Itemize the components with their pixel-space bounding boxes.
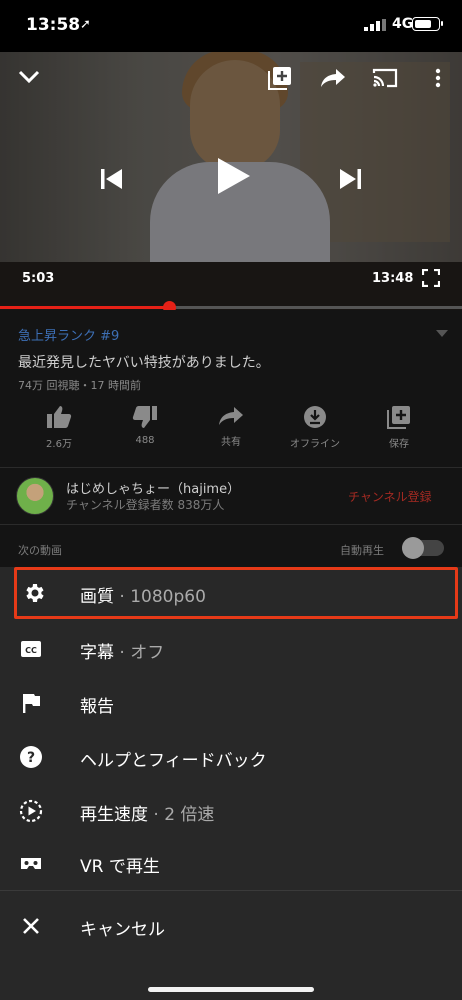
menu-item-captions[interactable]: CC 字幕 · オフ <box>0 623 462 675</box>
network-type: 4G <box>392 16 414 32</box>
menu-item-help[interactable]: ? ヘルプとフィードバック <box>0 731 462 783</box>
more-vert-icon[interactable] <box>434 68 442 88</box>
share-icon <box>219 407 243 425</box>
vr-icon <box>21 858 41 869</box>
avatar[interactable] <box>16 477 54 515</box>
signal-icon <box>364 19 386 31</box>
menu-item-quality[interactable]: 画質 · 1080p60 <box>14 567 458 619</box>
svg-text:CC: CC <box>25 646 37 655</box>
video-title: 最近発見したヤバい特技がありました。 <box>18 355 270 371</box>
dislike-button[interactable]: 488 <box>105 405 185 446</box>
play-icon[interactable] <box>216 156 252 196</box>
menu-label: キャンセル <box>80 920 165 940</box>
speed-icon <box>19 799 43 823</box>
share-icon[interactable] <box>320 68 346 88</box>
menu-label: 字幕 <box>80 643 114 663</box>
menu-label: VR で再生 <box>80 857 160 877</box>
menu-label: ヘルプとフィードバック <box>80 751 267 771</box>
menu-item-playback-speed[interactable]: 再生速度 · 2 倍速 <box>0 785 462 837</box>
menu-item-cancel[interactable]: キャンセル <box>0 900 462 952</box>
status-bar: 13:58 ➚ 4G <box>0 0 462 52</box>
offline-icon <box>304 406 326 428</box>
trending-rank[interactable]: 急上昇ランク #9 <box>18 325 119 344</box>
previous-icon[interactable] <box>100 168 124 190</box>
up-next-label: 次の動画 <box>18 544 62 557</box>
channel-row[interactable]: はじめしゃちょー（hajime） チャンネル登録者数 838万人 チャンネル登録 <box>0 468 462 524</box>
cc-icon: CC <box>21 641 41 657</box>
duration: 13:48 <box>372 271 414 286</box>
menu-sublabel: · オフ <box>114 643 165 663</box>
menu-sublabel: · 1080p60 <box>114 587 206 607</box>
like-button[interactable]: 2.6万 <box>19 405 99 450</box>
video-meta: 74万 回視聴・17 時間前 <box>18 379 141 392</box>
add-to-playlist-icon[interactable] <box>268 66 292 90</box>
video-info: 急上昇ランク #9 最近発見したヤバい特技がありました。 74万 回視聴・17 … <box>0 310 462 567</box>
autoplay-toggle[interactable] <box>402 537 444 559</box>
save-icon <box>387 406 410 429</box>
status-time: 13:58 <box>26 15 81 35</box>
autoplay-label: 自動再生 <box>340 544 384 557</box>
help-icon: ? <box>20 746 42 768</box>
action-bar: 2.6万 488 共有 オフライン 保存 <box>0 405 462 465</box>
fullscreen-icon[interactable] <box>422 269 440 287</box>
location-icon: ➚ <box>80 17 91 32</box>
channel-subscribers: チャンネル登録者数 838万人 <box>66 498 225 512</box>
save-button[interactable]: 保存 <box>359 405 439 450</box>
dislike-icon <box>132 406 157 428</box>
menu-label: 再生速度 <box>80 805 148 825</box>
home-indicator[interactable] <box>148 987 314 992</box>
video-player[interactable]: 5:03 13:48 <box>0 52 462 310</box>
menu-item-vr[interactable]: VR で再生 <box>0 837 462 889</box>
flag-icon <box>23 694 40 713</box>
subscribe-button[interactable]: チャンネル登録 <box>348 488 432 505</box>
battery-icon <box>412 17 443 31</box>
like-icon <box>47 406 72 428</box>
options-sheet: 画質 · 1080p60 CC 字幕 · オフ 報告 ? ヘルプとフィードバック… <box>0 567 462 1000</box>
minimize-icon[interactable] <box>18 70 40 84</box>
menu-item-report[interactable]: 報告 <box>0 677 462 729</box>
offline-button[interactable]: オフライン <box>275 405 355 450</box>
progress-bar[interactable] <box>0 301 462 314</box>
cast-icon[interactable] <box>372 68 398 88</box>
svg-text:?: ? <box>27 750 35 766</box>
chevron-down-icon[interactable] <box>436 330 448 337</box>
close-icon <box>23 918 39 934</box>
next-icon[interactable] <box>338 168 362 190</box>
share-button[interactable]: 共有 <box>191 405 271 448</box>
menu-label: 報告 <box>80 697 114 717</box>
gear-icon <box>26 584 44 602</box>
menu-sublabel: · 2 倍速 <box>148 805 215 825</box>
current-time: 5:03 <box>22 271 55 286</box>
menu-label: 画質 <box>80 587 114 607</box>
channel-name: はじめしゃちょー（hajime） <box>66 482 241 497</box>
